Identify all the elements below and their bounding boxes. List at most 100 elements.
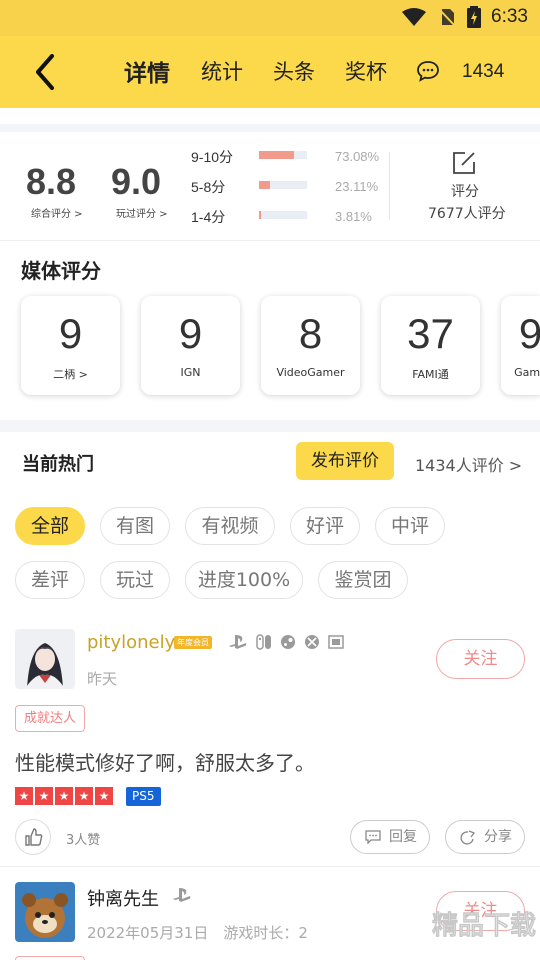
no-sim-icon [438,8,456,27]
dist-bar [259,151,307,159]
wifi-icon [402,8,427,26]
media-section-title: 媒体评分 [21,259,101,283]
media-name: 二柄 > [53,368,88,381]
media-score: 9 [58,310,83,357]
review-total-link[interactable]: 1434人评价 > [415,452,522,476]
player-score: 9.0 [111,161,162,202]
star-icon: ★ [35,787,53,805]
vertical-divider [389,152,390,220]
review-time: 昨天 [87,670,118,688]
dist-bar-fill [259,211,261,219]
filter-chip-curators[interactable]: 鉴赏团 [318,561,408,599]
dist-label: 1-4分 [191,209,226,225]
switch-icon [256,634,271,650]
dist-bar-fill [259,181,271,189]
publish-review-button[interactable]: 发布评价 [296,442,394,480]
media-score-card[interactable]: 37 FAMI通 [381,296,480,395]
player-score-link[interactable]: 玩过评分 > [116,205,168,220]
tab-details[interactable]: 详情 [124,54,170,88]
media-name: IGN [180,366,201,379]
status-bar: 6:33 [0,0,540,36]
hot-section-title: 当前热门 [22,454,94,475]
dist-percent: 3.81% [335,209,372,224]
share-button[interactable]: 分享 [445,820,525,854]
filter-chip-negative[interactable]: 差评 [15,561,85,599]
filter-chip-neutral[interactable]: 中评 [375,507,445,545]
achievement-badge [15,956,85,960]
like-button[interactable] [15,819,51,855]
playstation-icon [229,635,247,649]
back-arrow-icon[interactable] [28,52,68,92]
like-count: 3人赞 [66,833,101,848]
playstation-icon [173,888,191,902]
top-nav-bar: 详情 统计 头条 奖杯 1434 [0,36,540,108]
svg-text:精品下载: 精品下载 [432,911,536,941]
achievement-badge: 成就达人 [15,705,86,732]
dist-percent: 73.08% [335,149,380,164]
thumbs-up-icon [25,828,43,846]
overall-score: 8.8 [26,161,77,202]
filter-chip-all[interactable]: 全部 [15,507,85,545]
rate-button-label[interactable]: 评分 [451,181,479,201]
platform-tag: PS5 [126,787,161,806]
section-divider [0,124,540,132]
avatar[interactable] [15,629,75,689]
media-score-card[interactable]: 9 Game [501,296,540,395]
tab-trophies[interactable]: 奖杯 [345,56,387,86]
filter-chip-complete[interactable]: 进度100% [185,561,303,599]
share-label: 分享 [484,829,512,845]
dist-label: 5-8分 [191,179,226,195]
dist-bar [259,211,307,219]
watermark: 精品下载 [358,884,540,960]
dist-label: 9-10分 [191,149,234,165]
media-score-card[interactable]: 9 IGN [141,296,240,395]
media-score: 8 [298,310,323,357]
filter-chip-images[interactable]: 有图 [100,507,170,545]
media-score-card[interactable]: 8 VideoGamer [261,296,360,395]
media-score-card[interactable]: 9 二柄 > [21,296,120,395]
star-icon: ★ [15,787,33,805]
review-text[interactable]: 性能模式修好了啊，舒服太多了。 [15,747,315,776]
overall-score-link[interactable]: 综合评分 > [31,205,83,220]
edit-rating-icon[interactable] [451,150,477,176]
filter-chip-videos[interactable]: 有视频 [185,507,275,545]
star-rating: ★ ★ ★ ★ ★ [15,787,113,805]
comment-icon [365,830,381,844]
tab-stats[interactable]: 统计 [201,56,243,86]
message-count[interactable]: 1434 [462,61,504,83]
steam-icon [281,635,295,649]
dist-percent: 23.11% [335,179,379,194]
follow-button[interactable]: 关注 [436,639,525,679]
star-icon: ★ [55,787,73,805]
filter-chip-played[interactable]: 玩过 [100,561,170,599]
media-name: VideoGamer [276,366,345,379]
media-name: FAMI通 [412,368,449,381]
xbox-icon [305,635,319,649]
status-time: 6:33 [491,6,528,27]
star-icon: ★ [95,787,113,805]
divider [0,866,540,867]
tab-headlines[interactable]: 头条 [273,56,315,86]
battery-charging-icon [467,6,482,28]
reply-button[interactable]: 回复 [350,820,430,854]
rating-count: 7677人评分 [428,206,506,222]
reply-label: 回复 [389,829,417,845]
avatar[interactable] [15,882,75,942]
review-username[interactable]: pitylonely [87,632,175,653]
platform-icons [228,634,344,650]
media-name: Game [514,366,540,379]
media-score: 37 [407,310,454,357]
message-icon[interactable] [416,60,440,82]
review-username[interactable]: 钟离先生 [87,885,159,911]
console-icon [328,635,344,649]
status-icons: 6:33 [401,6,528,28]
divider [0,240,540,241]
share-icon [460,830,476,845]
dist-bar-fill [259,151,295,159]
media-score: 9 [518,310,540,357]
section-divider [0,420,540,432]
watermark-logo: 精品下载 [360,894,536,950]
dist-bar [259,181,307,189]
filter-chip-positive[interactable]: 好评 [290,507,360,545]
review-meta: 2022年05月31日 游戏时长：2 [87,924,308,942]
